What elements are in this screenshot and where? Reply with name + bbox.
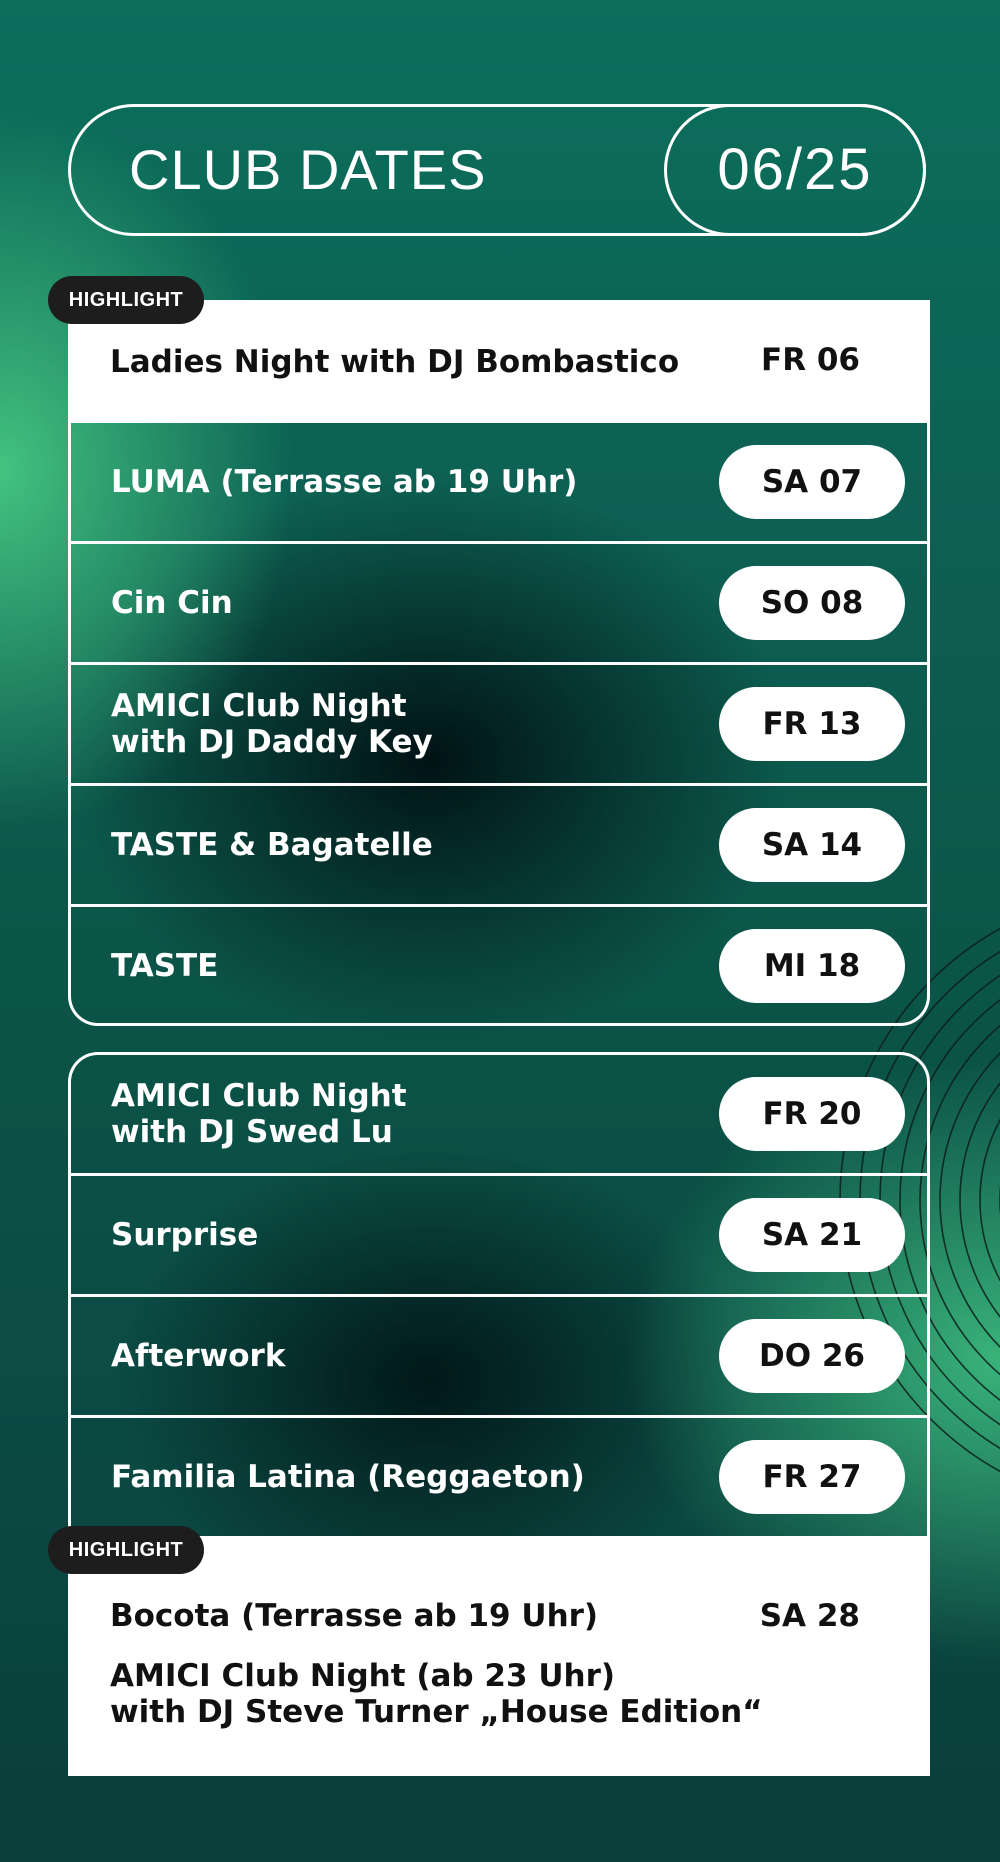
event-title: TASTE — [111, 948, 219, 984]
date-pill: SA 21 — [719, 1198, 905, 1272]
event-subtitle: AMICI Club Night (ab 23 Uhr) with DJ Ste… — [110, 1658, 763, 1730]
event-title: LUMA (Terrasse ab 19 Uhr) — [111, 464, 578, 500]
event-date: FR 06 — [761, 342, 860, 378]
date-pill: MI 18 — [719, 929, 905, 1003]
event-title: AMICI Club Night with DJ Daddy Key — [111, 688, 433, 760]
highlight-badge: HIGHLIGHT — [48, 276, 204, 324]
event-row[interactable]: Afterwork DO 26 — [71, 1294, 927, 1415]
event-list-group-2: AMICI Club Night with DJ Swed Lu FR 20 S… — [68, 1052, 930, 1536]
date-pill: FR 20 — [719, 1077, 905, 1151]
date-pill: SO 08 — [719, 566, 905, 640]
event-row[interactable]: TASTE MI 18 — [71, 904, 927, 1025]
event-row[interactable]: TASTE & Bagatelle SA 14 — [71, 783, 927, 904]
header-pill: CLUB DATES 06/25 — [68, 104, 926, 236]
event-row[interactable]: Cin Cin SO 08 — [71, 541, 927, 662]
highlight-event-top[interactable]: Ladies Night with DJ Bombastico FR 06 — [68, 300, 930, 422]
event-title: Surprise — [111, 1217, 259, 1253]
date-pill: SA 07 — [719, 445, 905, 519]
month-badge: 06/25 — [664, 104, 926, 236]
event-date: SA 28 — [759, 1598, 860, 1634]
event-title: Bocota (Terrasse ab 19 Uhr) — [110, 1598, 599, 1634]
date-pill: FR 13 — [719, 687, 905, 761]
event-row[interactable]: AMICI Club Night with DJ Daddy Key FR 13 — [71, 662, 927, 783]
date-pill: DO 26 — [719, 1319, 905, 1393]
event-title: Cin Cin — [111, 585, 233, 621]
event-list-group-1: LUMA (Terrasse ab 19 Uhr) SA 07 Cin Cin … — [68, 420, 930, 1026]
event-title: TASTE & Bagatelle — [111, 827, 433, 863]
date-pill: SA 14 — [719, 808, 905, 882]
event-title: AMICI Club Night with DJ Swed Lu — [111, 1078, 407, 1150]
event-title: Afterwork — [111, 1338, 286, 1374]
event-row[interactable]: Familia Latina (Reggaeton) FR 27 — [71, 1415, 927, 1536]
highlight-badge: HIGHLIGHT — [48, 1526, 204, 1574]
page-title: CLUB DATES — [129, 138, 487, 201]
event-row[interactable]: AMICI Club Night with DJ Swed Lu FR 20 — [71, 1055, 927, 1173]
date-pill: FR 27 — [719, 1440, 905, 1514]
event-row[interactable]: LUMA (Terrasse ab 19 Uhr) SA 07 — [71, 420, 927, 541]
highlight-event-bottom[interactable]: Bocota (Terrasse ab 19 Uhr) SA 28 AMICI … — [68, 1536, 930, 1776]
event-row[interactable]: Surprise SA 21 — [71, 1173, 927, 1294]
event-title: Ladies Night with DJ Bombastico — [110, 344, 680, 380]
event-title: Familia Latina (Reggaeton) — [111, 1459, 585, 1495]
